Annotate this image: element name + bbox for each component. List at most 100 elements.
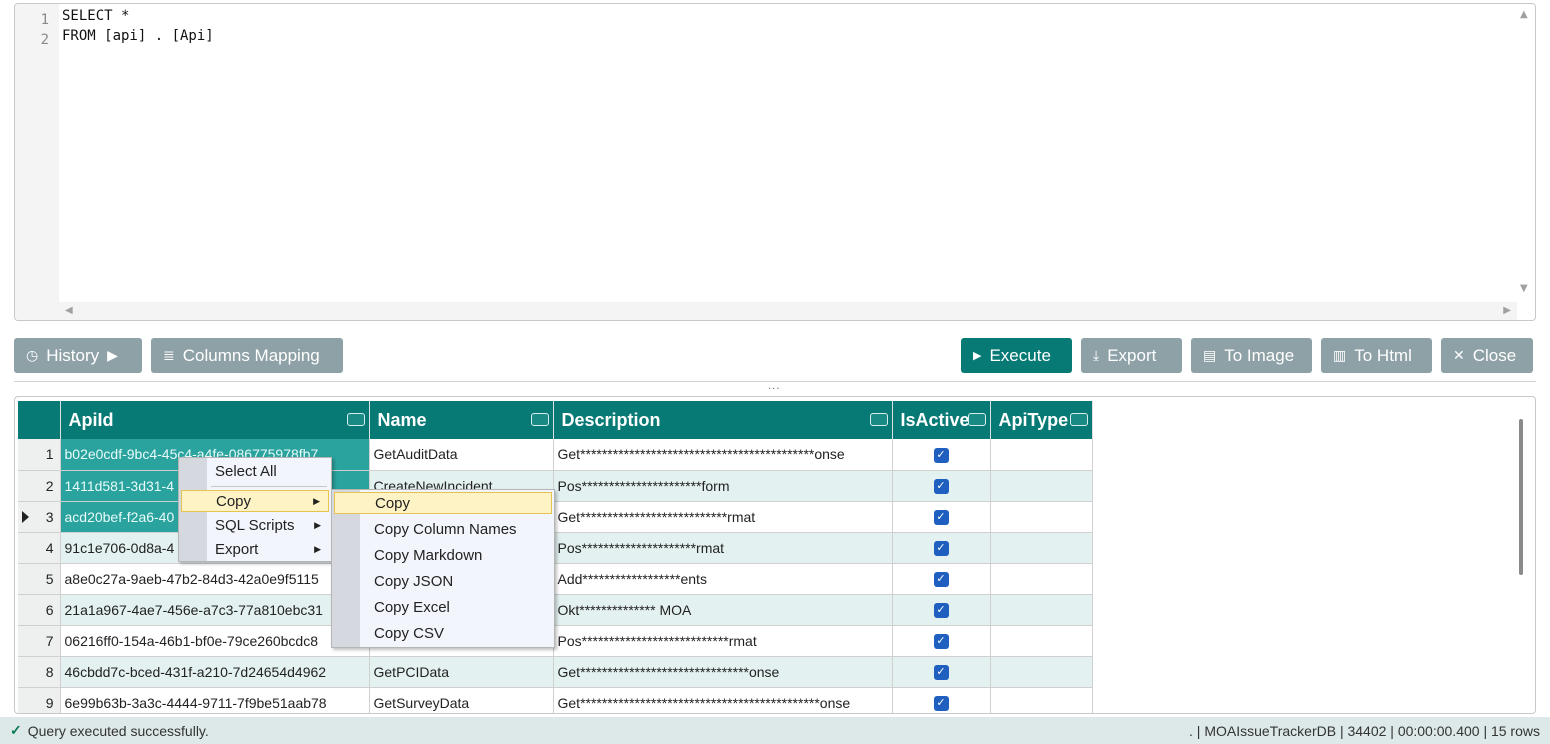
columns-mapping-button[interactable]: ≣ Columns Mapping <box>151 338 343 373</box>
cell-description[interactable]: Get*******************************onse <box>553 656 893 688</box>
cell-apiid[interactable]: 21a1a967-4ae7-456e-a7c3-77a810ebc31 <box>60 594 370 626</box>
cell-name[interactable]: GetPCIData <box>369 656 554 688</box>
cell-description[interactable]: Okt************** MOA <box>553 594 893 626</box>
execute-button[interactable]: ▶ Execute <box>961 338 1072 373</box>
code-line[interactable]: FROM [api] . [Api] <box>62 28 214 44</box>
cell-isactive[interactable]: ✓ <box>892 563 991 595</box>
cell-apitype[interactable] <box>990 532 1093 564</box>
row-number[interactable]: 3 <box>18 501 61 533</box>
menu-item-copy-csv[interactable]: Copy CSV <box>334 622 552 644</box>
cell-description[interactable]: Pos*********************rmat <box>553 532 893 564</box>
cell-apiid[interactable]: 46cbdd7c-bced-431f-a210-7d24654d4962 <box>60 656 370 688</box>
clock-icon: ◷ <box>26 347 39 363</box>
column-header-apitype[interactable]: ApiType <box>990 401 1093 439</box>
column-header-apiid[interactable]: ApiId <box>60 401 370 439</box>
editor-horizontal-scrollbar[interactable]: ◀ ▶ <box>59 302 1517 320</box>
column-header-description[interactable]: Description <box>553 401 893 439</box>
checkbox-checked-icon[interactable]: ✓ <box>933 602 949 618</box>
scroll-right-icon[interactable]: ▶ <box>1503 306 1511 316</box>
row-number[interactable]: 7 <box>18 625 61 657</box>
table-row[interactable]: 9 6e99b63b-3a3c-4444-9711-7f9be51aab78 G… <box>18 687 1093 713</box>
cell-apiid[interactable]: a8e0c27a-9aeb-47b2-84d3-42a0e9f5115 <box>60 563 370 595</box>
checkbox-checked-icon[interactable]: ✓ <box>933 695 949 711</box>
row-number[interactable]: 4 <box>18 532 61 564</box>
filter-icon[interactable] <box>869 413 888 426</box>
cell-name[interactable]: GetSurveyData <box>369 687 554 713</box>
filter-icon[interactable] <box>1069 413 1088 426</box>
checkbox-checked-icon[interactable]: ✓ <box>933 664 949 680</box>
row-number[interactable]: 5 <box>18 563 61 595</box>
cell-apitype[interactable] <box>990 563 1093 595</box>
checkbox-checked-icon[interactable]: ✓ <box>933 478 949 494</box>
checkbox-checked-icon[interactable]: ✓ <box>933 540 949 556</box>
cell-isactive[interactable]: ✓ <box>892 532 991 564</box>
menu-item-label: Copy CSV <box>374 624 445 642</box>
scroll-down-icon[interactable]: ▼ <box>1520 284 1528 294</box>
cell-apitype[interactable] <box>990 439 1093 471</box>
scroll-left-icon[interactable]: ◀ <box>65 306 73 316</box>
code-line[interactable]: SELECT * <box>62 8 129 24</box>
menu-item-select-all[interactable]: Select All <box>181 460 329 482</box>
menu-item-copy-column-names[interactable]: Copy Column Names <box>334 518 552 540</box>
scroll-up-icon[interactable]: ▲ <box>1520 10 1528 20</box>
cell-apitype[interactable] <box>990 687 1093 713</box>
checkbox-checked-icon[interactable]: ✓ <box>933 447 949 463</box>
menu-item-copy-excel[interactable]: Copy Excel <box>334 596 552 618</box>
cell-description[interactable]: Add******************ents <box>553 563 893 595</box>
menu-item-copy-json[interactable]: Copy JSON <box>334 570 552 592</box>
cell-description[interactable]: Get*************************************… <box>553 687 893 713</box>
menu-item-sql-scripts[interactable]: SQL Scripts ▶ <box>181 514 329 536</box>
editor-vertical-scrollbar[interactable]: ▲ ▼ <box>1515 4 1535 304</box>
filter-icon[interactable] <box>530 413 549 426</box>
splitter-grip-icon[interactable]: ··· <box>768 384 781 395</box>
checkbox-checked-icon[interactable]: ✓ <box>933 509 949 525</box>
sql-editor[interactable]: 1 2 SELECT * FROM [api] . [Api] ▲ ▼ ◀ ▶ <box>14 3 1536 321</box>
cell-isactive[interactable]: ✓ <box>892 594 991 626</box>
filter-icon[interactable] <box>346 413 365 426</box>
pane-splitter[interactable] <box>14 381 1536 382</box>
history-button[interactable]: ◷ History ▶ <box>14 338 142 373</box>
table-row[interactable]: 6 21a1a967-4ae7-456e-a7c3-77a810ebc31 Ok… <box>18 594 1093 626</box>
cell-isactive[interactable]: ✓ <box>892 501 991 533</box>
cell-description[interactable]: Pos**********************form <box>553 470 893 502</box>
filter-icon[interactable] <box>967 413 986 426</box>
table-row[interactable]: 7 06216ff0-154a-46b1-bf0e-79ce260bcdc8 P… <box>18 625 1093 657</box>
cell-isactive[interactable]: ✓ <box>892 656 991 688</box>
row-number[interactable]: 2 <box>18 470 61 502</box>
cell-isactive[interactable]: ✓ <box>892 470 991 502</box>
cell-apiid[interactable]: 6e99b63b-3a3c-4444-9711-7f9be51aab78 <box>60 687 370 713</box>
cell-description[interactable]: Get*************************************… <box>553 439 893 471</box>
cell-isactive[interactable]: ✓ <box>892 687 991 713</box>
table-row[interactable]: 5 a8e0c27a-9aeb-47b2-84d3-42a0e9f5115 Ad… <box>18 563 1093 595</box>
table-row[interactable]: 8 46cbdd7c-bced-431f-a210-7d24654d4962 G… <box>18 656 1093 688</box>
cell-apitype[interactable] <box>990 594 1093 626</box>
menu-item-export[interactable]: Export ▶ <box>181 538 329 560</box>
grid-vertical-scrollbar[interactable] <box>1519 419 1523 575</box>
cell-description[interactable]: Get***************************rmat <box>553 501 893 533</box>
cell-apitype[interactable] <box>990 625 1093 657</box>
menu-item-copy[interactable]: Copy <box>334 492 552 514</box>
close-button[interactable]: ✕ Close <box>1441 338 1533 373</box>
export-button[interactable]: ⤓ Export <box>1081 338 1182 373</box>
row-number[interactable]: 9 <box>18 687 61 713</box>
checkbox-checked-icon[interactable]: ✓ <box>933 633 949 649</box>
row-header-corner[interactable] <box>18 401 61 439</box>
row-number[interactable]: 6 <box>18 594 61 626</box>
cell-description[interactable]: Pos***************************rmat <box>553 625 893 657</box>
column-header-isactive[interactable]: IsActive <box>892 401 991 439</box>
row-number[interactable]: 1 <box>18 439 61 471</box>
cell-apitype[interactable] <box>990 501 1093 533</box>
cell-name[interactable]: GetAuditData <box>369 439 554 471</box>
checkbox-checked-icon[interactable]: ✓ <box>933 571 949 587</box>
to-html-button[interactable]: ▥ To Html <box>1321 338 1432 373</box>
menu-item-copy-markdown[interactable]: Copy Markdown <box>334 544 552 566</box>
row-number[interactable]: 8 <box>18 656 61 688</box>
to-image-button[interactable]: ▤ To Image <box>1191 338 1312 373</box>
cell-apitype[interactable] <box>990 656 1093 688</box>
cell-isactive[interactable]: ✓ <box>892 625 991 657</box>
cell-apitype[interactable] <box>990 470 1093 502</box>
menu-item-copy[interactable]: Copy ▶ <box>181 490 329 512</box>
column-header-name[interactable]: Name <box>369 401 554 439</box>
cell-apiid[interactable]: 06216ff0-154a-46b1-bf0e-79ce260bcdc8 <box>60 625 370 657</box>
cell-isactive[interactable]: ✓ <box>892 439 991 471</box>
